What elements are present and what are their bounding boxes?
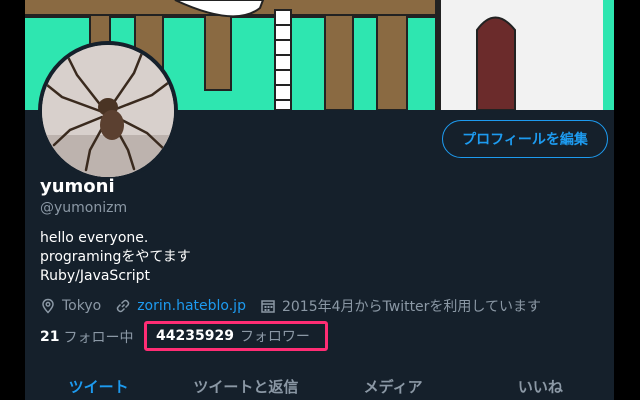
website: zorin.hateblo.jp xyxy=(115,298,246,314)
following-label: フォロー中 xyxy=(63,330,134,346)
location-pin-icon xyxy=(42,298,54,314)
joined-date: 2015年4月からTwitterを利用しています xyxy=(260,296,541,316)
tab-tweets-and-replies[interactable]: ツイートと返信 xyxy=(172,370,319,400)
following-link[interactable]: 21 フォロー中 xyxy=(40,327,133,347)
tab-tweets[interactable]: ツイート xyxy=(25,370,172,400)
avatar[interactable] xyxy=(38,41,178,181)
profile-meta: Tokyo zorin.hateblo.jp 2015年4月からTwitterを… xyxy=(40,296,555,316)
followers-label: フォロワー xyxy=(239,329,310,345)
following-count: 21 xyxy=(40,329,60,345)
calendar-icon xyxy=(261,300,275,313)
website-link[interactable]: zorin.hateblo.jp xyxy=(137,298,246,314)
location-text: Tokyo xyxy=(62,298,102,314)
followers-link[interactable]: 44235929 フォロワー xyxy=(144,321,328,351)
window-margin-right xyxy=(614,0,640,400)
bio-line: programingをやてます xyxy=(40,249,191,265)
joined-text: 2015年4月からTwitterを利用しています xyxy=(281,299,542,315)
display-name: yumoni xyxy=(40,176,115,197)
edit-profile-button[interactable]: プロフィールを編集 xyxy=(442,120,608,158)
location: Tokyo xyxy=(40,298,101,314)
bio: hello everyone. programingをやてます Ruby/Jav… xyxy=(40,229,191,286)
followers-count: 44235929 xyxy=(156,328,234,344)
user-handle: @yumonizm xyxy=(40,200,128,216)
tab-likes[interactable]: いいね xyxy=(467,370,614,400)
bio-line: hello everyone. xyxy=(40,230,149,246)
link-icon xyxy=(116,299,130,313)
bio-line: Ruby/JavaScript xyxy=(40,268,151,284)
profile-tabs: ツイート ツイートと返信 メディア いいね xyxy=(25,370,614,400)
window-margin-left xyxy=(0,0,25,400)
tab-media[interactable]: メディア xyxy=(320,370,467,400)
